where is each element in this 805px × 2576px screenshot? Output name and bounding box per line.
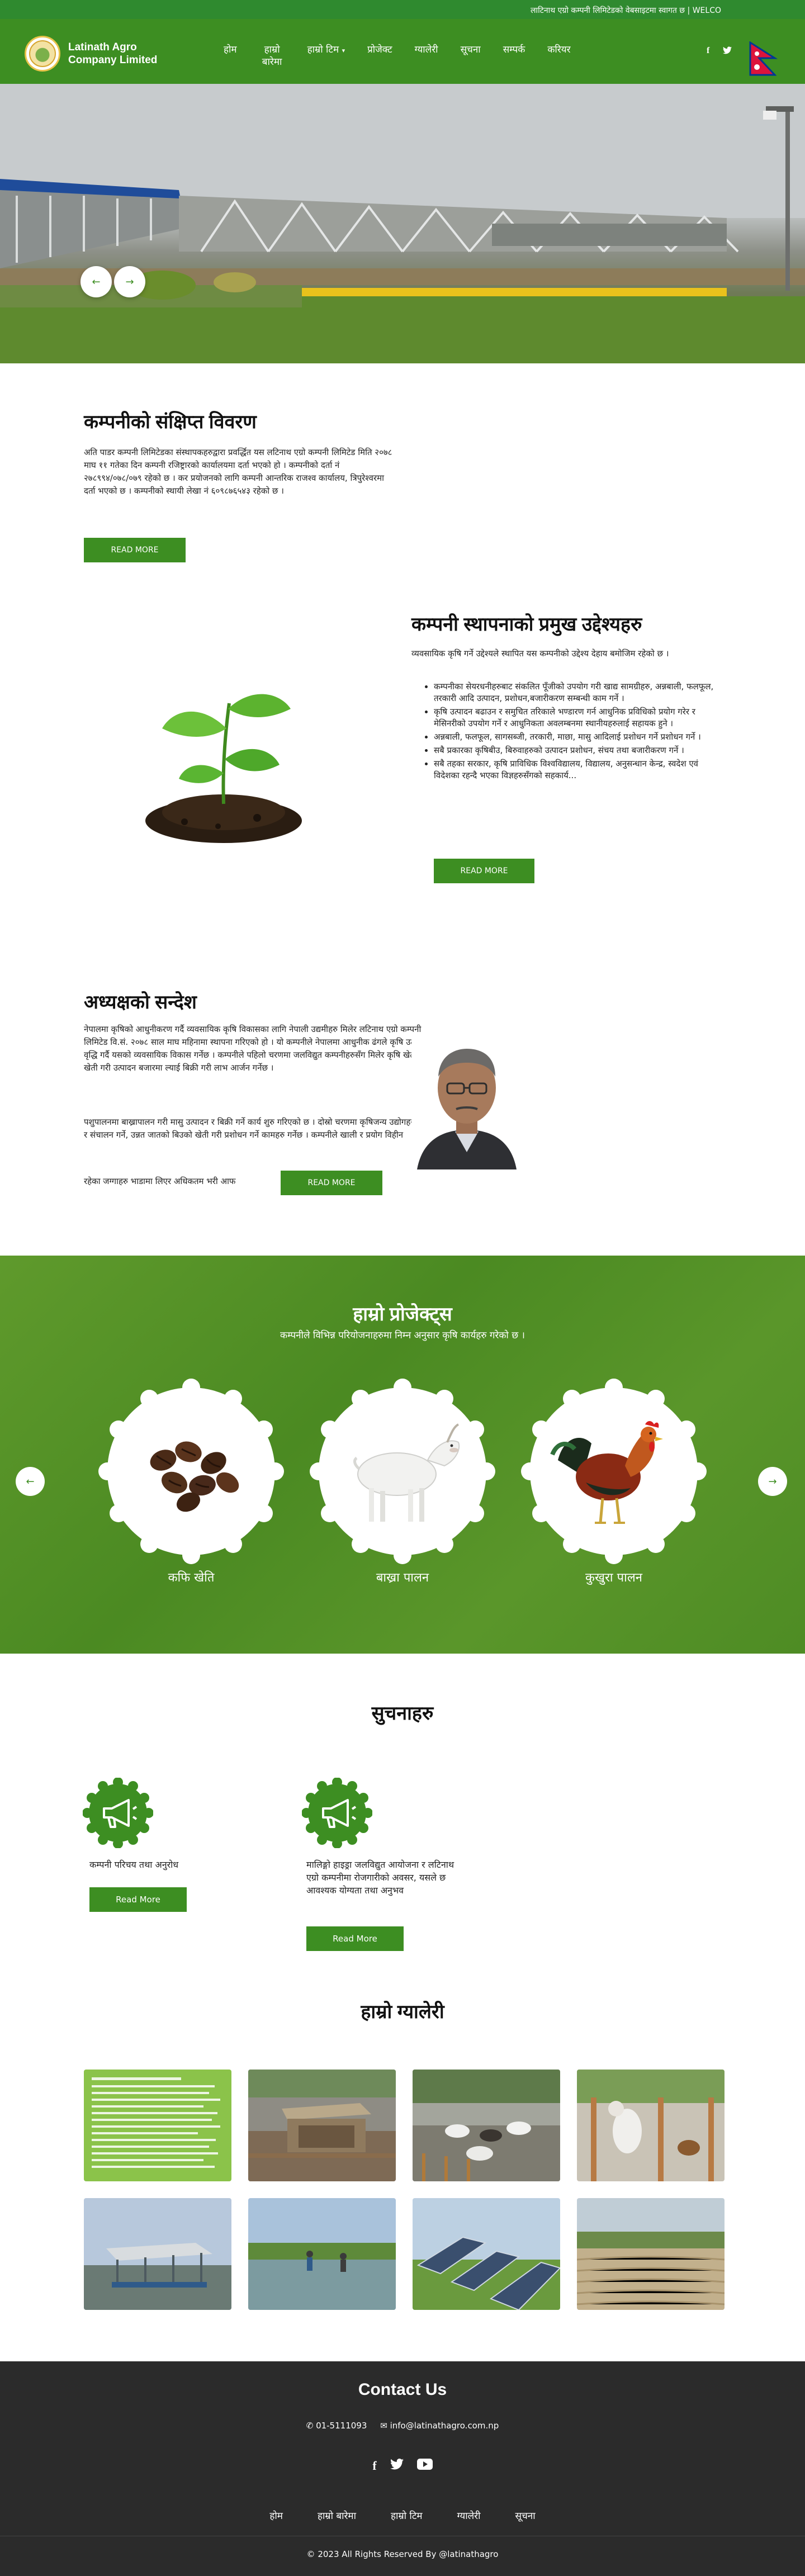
- facebook-icon[interactable]: f: [372, 2459, 376, 2473]
- project-card-goat[interactable]: [307, 1376, 498, 1566]
- list-item: सबै प्रकारका कृषिबीउ, बिरुवाहरुको उत्पाद…: [434, 745, 724, 756]
- chevron-down-icon: ▾: [342, 47, 345, 54]
- nepal-flag-icon: [749, 41, 778, 76]
- notices-title: सुचनाहरु: [371, 1703, 434, 1724]
- nav-notice[interactable]: सूचना: [449, 44, 492, 68]
- nav-home[interactable]: होम: [212, 44, 248, 68]
- arrow-right-icon: →: [768, 1475, 777, 1488]
- copyright-text: © 2023 All Rights Reserved By @latinatha…: [306, 2549, 499, 2559]
- list-item: कम्पनीका सेयरधनीहरुबाट संकलित पूँजीको उप…: [434, 681, 724, 704]
- chairman-text-3: रहेका जग्गाहरु भाडामा लिएर अधिकतम भरी आफ: [84, 1176, 236, 1186]
- objectives-read-more-button[interactable]: READ MORE: [434, 859, 534, 883]
- gallery-image-solar-panels[interactable]: [413, 2198, 560, 2310]
- list-item: सबै तहका सरकार, कृषि प्राविधिक विश्वविद्…: [434, 758, 724, 782]
- notice-badge-2: [302, 1778, 372, 1848]
- chairman-title: अध्यक्षको सन्देश: [84, 992, 197, 1013]
- company-name: Latinath Agro Company Limited: [68, 41, 158, 66]
- projects-next-button[interactable]: →: [758, 1467, 787, 1496]
- objectives-list: कम्पनीका सेयरधनीहरुबाट संकलित पूँजीको उप…: [411, 681, 724, 783]
- nav-contact[interactable]: सम्पर्क: [492, 44, 537, 68]
- facebook-icon[interactable]: f: [707, 46, 709, 56]
- nav-team[interactable]: हाम्रो टिम ▾: [296, 44, 356, 68]
- arrow-left-icon: ←: [92, 276, 101, 288]
- gallery-image-goat-pen[interactable]: [577, 2070, 724, 2181]
- footer-contact: ✆ 01-5111093 ✉ info@latinathagro.com.np: [0, 2421, 805, 2431]
- objectives-intro: व्यवसायिक कृषि गर्ने उद्देश्यले स्थापित …: [411, 648, 669, 659]
- site-header: Latinath Agro Company Limited होम हाम्रो…: [0, 19, 805, 84]
- gallery-image-farmland[interactable]: [577, 2198, 724, 2310]
- arrow-right-icon: →: [125, 276, 134, 288]
- chairman-text-2: पशुपालनमा बाख्रापालन गरी मासु उत्पादन र …: [84, 1117, 441, 1140]
- gallery-image-pond-structure[interactable]: [84, 2198, 231, 2310]
- header-social: f: [707, 46, 732, 56]
- company-logo: [25, 36, 60, 72]
- footer-nav-about[interactable]: हाम्रो बारेमा: [318, 2509, 356, 2522]
- welcome-marquee: लाटिनाथ एग्रो कम्पनी लिमिटेडको वेबसाइटमा…: [531, 6, 721, 15]
- gallery-title: हाम्रो ग्यालेरी: [361, 2001, 444, 2023]
- phone-icon: ✆: [306, 2421, 314, 2431]
- gallery-image-notice[interactable]: [84, 2070, 231, 2181]
- notice-badge-1: [83, 1778, 153, 1848]
- about-text: अति पाडर कम्पनी लिमिटेडका संस्थापकहरुद्व…: [84, 447, 392, 496]
- list-item: अन्नबाली, फलफूल, सागसब्जी, तरकारी, माछा,…: [434, 731, 724, 743]
- nav-gallery[interactable]: ग्यालेरी: [404, 44, 449, 68]
- gallery-image-fish-pond[interactable]: [248, 2198, 396, 2310]
- chairman-text-1: नेपालमा कृषिको आधुनीकरण गर्दै व्यवसायिक …: [84, 1024, 438, 1073]
- projects-subtitle: कम्पनीले विभिन्न परियोजनाहरुमा निम्न अनु…: [280, 1330, 525, 1341]
- project-label-coffee: कफि खेति: [168, 1571, 215, 1585]
- nav-about[interactable]: हाम्रो बारेमा: [248, 44, 296, 68]
- logo-link[interactable]: Latinath Agro Company Limited: [25, 36, 157, 72]
- gallery-image-shed[interactable]: [248, 2070, 396, 2181]
- footer-nav-team[interactable]: हाम्रो टिम: [391, 2509, 423, 2522]
- footer-nav-gallery[interactable]: ग्यालेरी: [457, 2509, 481, 2522]
- twitter-icon[interactable]: [390, 2459, 404, 2473]
- main-nav: होम हाम्रो बारेमा हाम्रो टिम ▾ प्रोजेक्ट…: [212, 44, 582, 68]
- projects-title: हाम्रो प्रोजेक्ट्स: [353, 1304, 452, 1325]
- hero-banner: [0, 84, 805, 363]
- hero-prev-button[interactable]: ←: [80, 266, 112, 297]
- footer-title: Contact Us: [358, 2380, 447, 2399]
- footer-nav-home[interactable]: होम: [269, 2509, 283, 2522]
- footer-phone[interactable]: 01-5111093: [316, 2421, 367, 2431]
- notice-read-more-button-1[interactable]: Read More: [89, 1887, 187, 1912]
- footer-nav-notice[interactable]: सूचना: [515, 2509, 536, 2522]
- projects-prev-button[interactable]: ←: [16, 1467, 45, 1496]
- plant-seedling-image: [145, 694, 302, 843]
- chairman-photo: [411, 1032, 522, 1169]
- twitter-icon[interactable]: [723, 46, 732, 56]
- about-read-more-button[interactable]: READ MORE: [84, 538, 186, 562]
- footer-nav: होम हाम्रो बारेमा हाम्रो टिम ग्यालेरी सू…: [0, 2509, 805, 2522]
- project-card-coffee[interactable]: [96, 1376, 286, 1566]
- top-announcement-bar: लाटिनाथ एग्रो कम्पनी लिमिटेडको वेबसाइटमा…: [0, 0, 805, 19]
- notice-text-2: मालिङ्गो हाइड्रा जलविद्युत आयोजना र लटिन…: [306, 1859, 454, 1896]
- gallery-image-goats[interactable]: [413, 2070, 560, 2181]
- project-card-poultry[interactable]: [519, 1376, 709, 1566]
- project-label-poultry: कुखुरा पालन: [585, 1571, 642, 1585]
- footer-email[interactable]: info@latinathagro.com.np: [390, 2421, 499, 2431]
- envelope-icon: ✉: [380, 2421, 387, 2431]
- project-label-goat: बाख्रा पालन: [376, 1571, 429, 1585]
- nav-project[interactable]: प्रोजेक्ट: [356, 44, 404, 68]
- footer-social: f: [0, 2459, 805, 2473]
- site-footer: Contact Us ✆ 01-5111093 ✉ info@latinatha…: [0, 2361, 805, 2576]
- nav-career[interactable]: करियर: [536, 44, 581, 68]
- list-item: कृषि उत्पादन बढाउन र समुचित तरिकाले भण्ड…: [434, 706, 724, 730]
- arrow-left-icon: ←: [26, 1475, 35, 1488]
- hero-stadium-image: [0, 84, 805, 363]
- chairman-read-more-button[interactable]: READ MORE: [281, 1171, 382, 1195]
- hero-next-button[interactable]: →: [114, 266, 145, 297]
- about-title: कम्पनीको संक्षिप्त विवरण: [84, 411, 257, 433]
- notice-text-1: कम्पनी परिचय तथा अनुरोध: [89, 1859, 179, 1870]
- notice-read-more-button-2[interactable]: Read More: [306, 1926, 404, 1951]
- youtube-icon[interactable]: [416, 2459, 433, 2473]
- objectives-title: कम्पनी स्थापनाको प्रमुख उद्देश्यहरु: [411, 614, 642, 635]
